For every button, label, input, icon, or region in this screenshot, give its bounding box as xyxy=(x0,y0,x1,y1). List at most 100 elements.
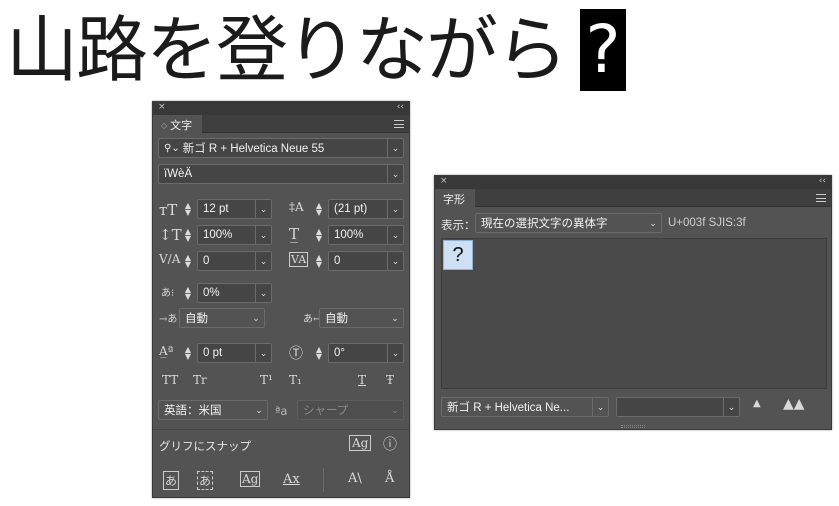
chevron-down-icon[interactable]: ⌄ xyxy=(592,398,608,416)
show-label: 表示： xyxy=(441,218,476,232)
all-caps-button[interactable]: TT xyxy=(162,373,178,387)
chevron-down-icon[interactable]: ⌄ xyxy=(387,252,403,270)
kerning-field[interactable]: 0 ⌄ xyxy=(197,251,272,271)
chevron-down-icon[interactable]: ⌄ xyxy=(387,200,403,218)
leading-value: (21 pt) xyxy=(334,203,368,215)
chevron-down-icon[interactable]: ⌄ xyxy=(387,139,403,157)
baseline-shift-stepper[interactable]: ▲ ▼ xyxy=(183,346,193,361)
tsume-stepper[interactable]: ▲ ▼ xyxy=(183,286,193,301)
character-panel-titlebar[interactable]: × ‹‹ xyxy=(153,102,409,115)
aki-right-select[interactable]: 自動 ⌄ xyxy=(319,308,404,328)
kerning-icon: V/A xyxy=(159,252,181,266)
kerning-stepper[interactable]: ▲ ▼ xyxy=(183,254,193,269)
grip-icon: ◇ xyxy=(161,120,168,130)
baseline-shift-value: 0 pt xyxy=(203,347,223,359)
underline-button[interactable]: T xyxy=(358,373,366,387)
tab-character[interactable]: ◇ 文字 xyxy=(153,115,203,133)
vertical-scale-icon: ↕T xyxy=(159,226,182,244)
panel-menu-icon[interactable] xyxy=(394,120,404,128)
headline-text: 山路を登りながら xyxy=(6,8,568,92)
glyph-style-select[interactable]: ⌄ xyxy=(616,397,740,417)
antialias-value: シャープ xyxy=(303,405,349,417)
chevron-down-icon[interactable]: ⌄ xyxy=(387,344,403,362)
resize-grip-icon[interactable] xyxy=(621,425,645,428)
font-size-field[interactable]: 12 pt ⌄ xyxy=(197,199,272,219)
strikethrough-button[interactable]: Ŧ xyxy=(386,373,394,387)
snap-em-box-icon[interactable]: あ xyxy=(163,471,180,490)
vertical-scale-stepper[interactable]: ▲ ▼ xyxy=(183,228,193,243)
headline-selected-glyph[interactable]: ? xyxy=(580,9,627,91)
chevron-down-icon[interactable]: ⌄ xyxy=(387,165,403,183)
chevron-down-icon[interactable]: ⌄ xyxy=(255,252,271,270)
subscript-button[interactable]: T₁ xyxy=(289,373,302,387)
baseline-shift-field[interactable]: 0 pt ⌄ xyxy=(197,343,272,363)
rotation-icon: Ⓣ xyxy=(289,346,303,362)
horizontal-scale-stepper[interactable]: ▲ ▼ xyxy=(314,228,324,243)
aki-left-icon: →あ xyxy=(159,314,178,325)
tracking-value: 0 xyxy=(334,255,341,267)
antialias-select[interactable]: シャープ ⌄ xyxy=(297,400,404,420)
chevron-down-icon[interactable]: ⌄ xyxy=(255,200,271,218)
language-select[interactable]: 英語：米国 ⌄ xyxy=(158,400,268,420)
horizontal-scale-value: 100% xyxy=(334,229,364,241)
info-icon[interactable]: ⓘ xyxy=(383,434,397,454)
collapse-icon[interactable]: ‹‹ xyxy=(397,102,404,112)
horizontal-scale-field[interactable]: 100% ⌄ xyxy=(328,225,404,245)
chevron-down-icon[interactable]: ⌄ xyxy=(387,401,403,419)
snap-to-glyph-label: グリフにスナップ xyxy=(159,439,251,453)
show-select[interactable]: 現在の選択文字の異体字 ⌄ xyxy=(475,213,662,233)
snap-anchor-point-icon[interactable]: Å xyxy=(385,471,394,486)
glyphs-panel-titlebar[interactable]: × ‹‹ xyxy=(435,176,831,189)
rotation-stepper[interactable]: ▲ ▼ xyxy=(314,346,324,361)
tab-glyphs-label: 字形 xyxy=(443,193,465,206)
close-icon[interactable]: × xyxy=(158,102,166,112)
chevron-down-icon[interactable]: ⌄ xyxy=(251,401,267,419)
font-family-value: 新ゴ R + Helvetica Neue 55 xyxy=(182,143,325,155)
font-family-select[interactable]: ⚲⌄ 新ゴ R + Helvetica Neue 55 ⌄ xyxy=(158,138,404,158)
aki-left-select[interactable]: 自動 ⌄ xyxy=(179,308,265,328)
font-size-stepper[interactable]: ▲ ▼ xyxy=(183,202,193,217)
vertical-scale-field[interactable]: 100% ⌄ xyxy=(197,225,272,245)
font-style-select[interactable]: ïWèÄ ⌄ xyxy=(158,164,404,184)
chevron-down-icon[interactable]: ⌄ xyxy=(387,226,403,244)
tracking-icon: VA xyxy=(289,252,309,267)
character-panel: × ‹‹ ◇ 文字 ⚲⌄ 新ゴ R + Helvetica Neue 55 ⌄ … xyxy=(152,101,410,498)
tab-glyphs[interactable]: 字形 xyxy=(435,189,475,207)
glyph-font-value: 新ゴ R + Helvetica Ne... xyxy=(447,402,570,414)
close-icon[interactable]: × xyxy=(440,176,448,186)
snap-glyph-bounds-icon[interactable]: Ag xyxy=(240,471,261,487)
kerning-value: 0 xyxy=(203,255,210,267)
panel-menu-icon[interactable] xyxy=(816,194,826,202)
chevron-down-icon[interactable]: ⌄ xyxy=(248,309,264,327)
chevron-down-icon[interactable]: ⌄ xyxy=(387,309,403,327)
horizontal-scale-icon: T̲ xyxy=(289,225,300,243)
leading-stepper[interactable]: ▲ ▼ xyxy=(314,202,324,217)
aki-right-value: 自動 xyxy=(325,313,348,325)
leading-icon: ‡A xyxy=(289,200,304,214)
chevron-down-icon[interactable]: ⌄ xyxy=(255,226,271,244)
tracking-stepper[interactable]: ▲ ▼ xyxy=(314,254,324,269)
superscript-button[interactable]: T¹ xyxy=(260,373,273,387)
chevron-down-icon[interactable]: ⌄ xyxy=(645,214,661,232)
snap-baseline-icon[interactable]: Ax xyxy=(283,472,300,487)
zoom-in-icon[interactable]: ▲▲ xyxy=(783,396,805,412)
glyphs-panel: × ‹‹ 字形 表示： 現在の選択文字の異体字 ⌄ U+003f SJIS:3f… xyxy=(434,175,832,430)
snap-icf-box-icon[interactable]: あ xyxy=(197,471,214,490)
zoom-out-icon[interactable]: ▲ xyxy=(753,398,761,409)
chevron-down-icon[interactable]: ⌄ xyxy=(255,284,271,302)
glyph-font-select[interactable]: 新ゴ R + Helvetica Ne... ⌄ xyxy=(441,397,609,417)
glyph-cell[interactable]: ? xyxy=(443,240,473,270)
rotation-field[interactable]: 0° ⌄ xyxy=(328,343,404,363)
glyph-snap-settings-icon[interactable]: Ag xyxy=(349,435,372,451)
headline: 山路を登りながら ? xyxy=(6,4,627,96)
collapse-icon[interactable]: ‹‹ xyxy=(819,176,826,186)
tsume-field[interactable]: 0% ⌄ xyxy=(197,283,272,303)
chevron-down-icon[interactable]: ⌄ xyxy=(255,344,271,362)
tsume-value: 0% xyxy=(203,287,220,299)
glyph-grid: ? xyxy=(441,238,827,389)
small-caps-button[interactable]: Tr xyxy=(193,373,207,387)
snap-angular-guides-icon[interactable]: A\ xyxy=(348,471,362,486)
tracking-field[interactable]: 0 ⌄ xyxy=(328,251,404,271)
chevron-down-icon[interactable]: ⌄ xyxy=(723,398,739,416)
leading-field[interactable]: (21 pt) ⌄ xyxy=(328,199,404,219)
